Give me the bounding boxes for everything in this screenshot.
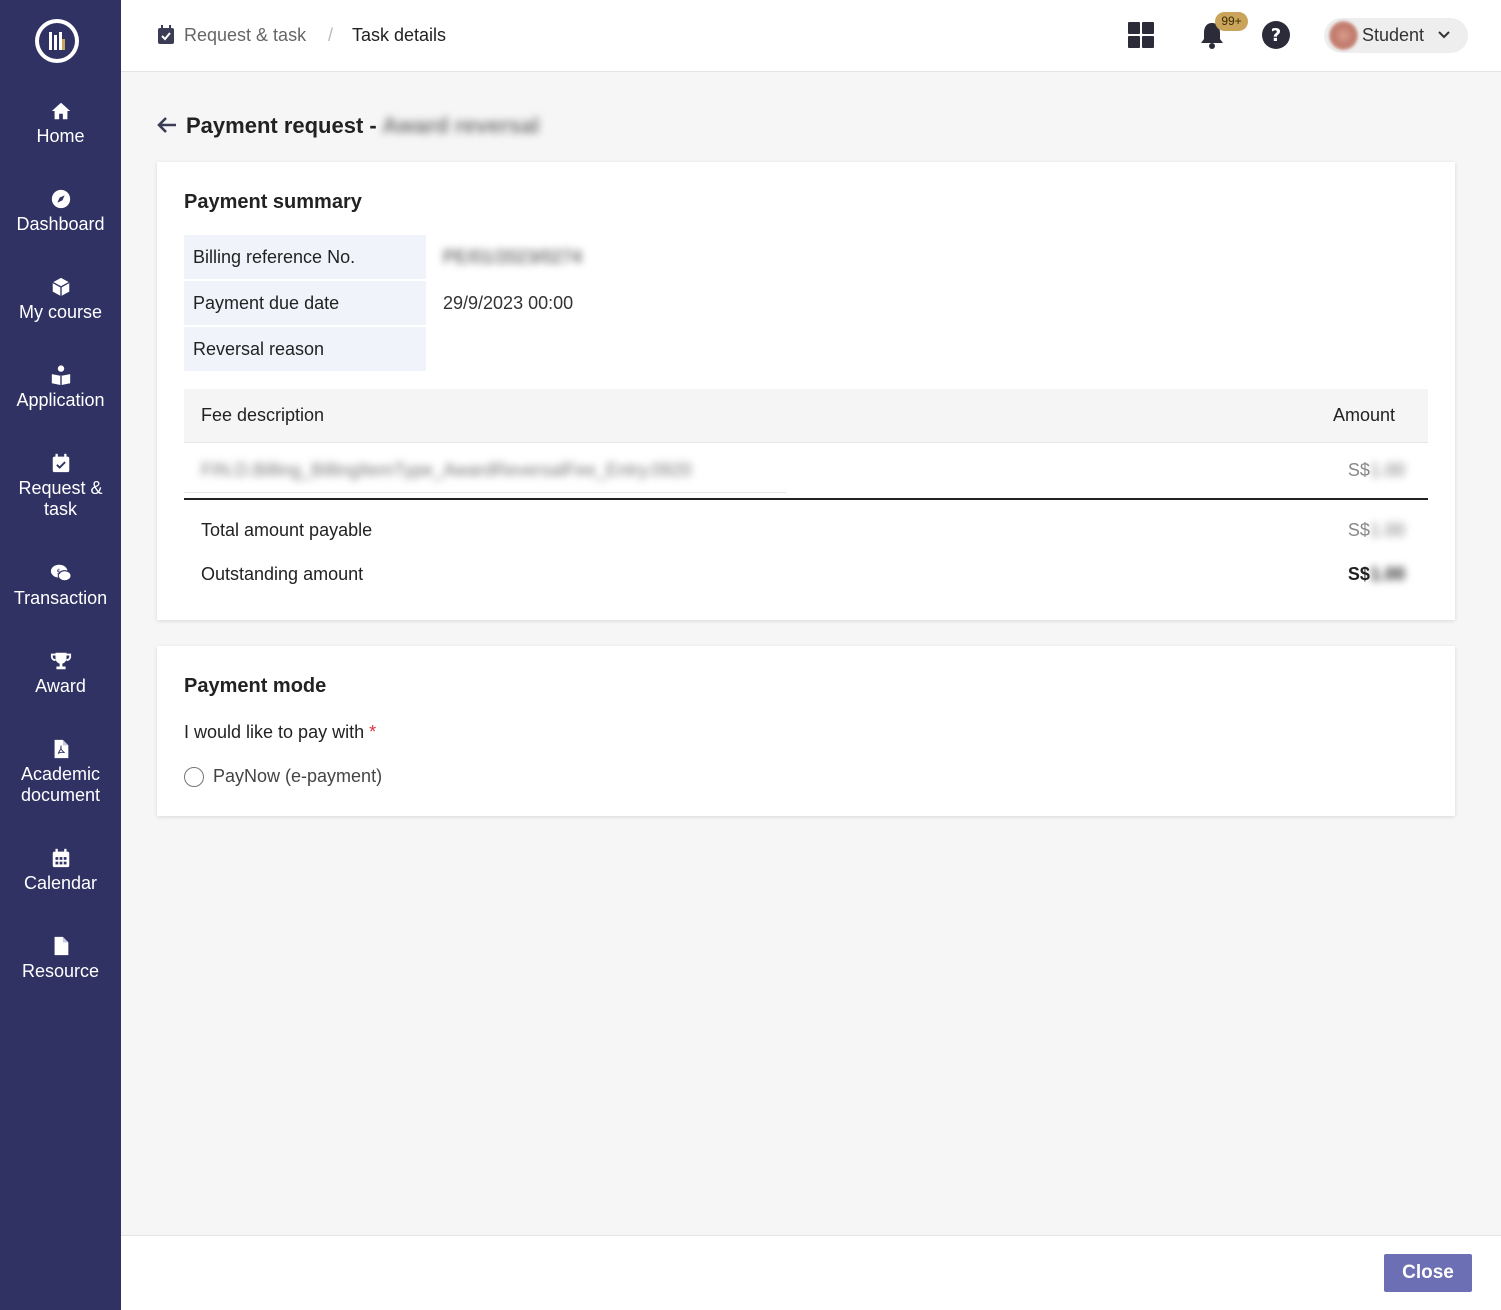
breadcrumb-current: Task details bbox=[352, 25, 447, 45]
reader-icon bbox=[51, 365, 70, 386]
compass-icon bbox=[51, 189, 70, 209]
payment-summary-card: Payment summary Billing reference No. PE… bbox=[157, 162, 1455, 620]
sidebar-item-label: Calendar bbox=[23, 873, 98, 893]
breadcrumb-separator: / bbox=[328, 25, 334, 45]
fee-row-description: FIN.D.Billing_BillingItemType_AwardRever… bbox=[201, 460, 692, 480]
outstanding-amount-value: S$1.00 bbox=[1347, 564, 1405, 584]
sidebar-item-calendar[interactable]: Calendar bbox=[0, 847, 121, 894]
sidebar-item-home[interactable]: Home bbox=[0, 100, 121, 147]
footer-bar: Close bbox=[121, 1235, 1501, 1310]
top-bar: Request & task / Task details 99+ ? Stud… bbox=[121, 0, 1501, 72]
billing-ref-label: Billing reference No. bbox=[184, 235, 426, 279]
fee-row-amount: S$1.00 bbox=[1347, 460, 1405, 480]
reversal-reason-label: Reversal reason bbox=[184, 327, 426, 371]
calendar-check-icon bbox=[52, 453, 69, 473]
sidebar-item-request-task[interactable]: Request & task bbox=[0, 452, 121, 520]
logo-mark-icon bbox=[49, 32, 65, 50]
svg-text:?: ? bbox=[1271, 25, 1281, 46]
user-menu[interactable]: Student bbox=[1324, 18, 1468, 53]
divider bbox=[184, 492, 786, 493]
payment-mode-prompt: I would like to pay with * bbox=[184, 722, 377, 742]
due-date-value: 29/9/2023 00:00 bbox=[443, 293, 574, 313]
chat-dollar-icon: $ bbox=[50, 564, 72, 582]
user-name: Student bbox=[1362, 25, 1425, 45]
sidebar-item-label: Transaction bbox=[13, 588, 108, 608]
sidebar-item-transaction[interactable]: $ Transaction bbox=[0, 562, 121, 609]
sidebar: Home Dashboard My course Application Req… bbox=[0, 0, 121, 1310]
sidebar-item-label: Award bbox=[35, 676, 86, 696]
page-title: Payment request - Award reversal bbox=[186, 112, 539, 140]
pdf-file-icon bbox=[54, 739, 68, 759]
paynow-option-label[interactable]: PayNow (e-payment) bbox=[213, 766, 382, 787]
outstanding-amount-label: Outstanding amount bbox=[201, 564, 364, 584]
fee-description-header: Fee description bbox=[201, 405, 325, 425]
due-date-label: Payment due date bbox=[184, 281, 426, 325]
page-title-text: Payment request - bbox=[186, 113, 383, 138]
total-amount-label: Total amount payable bbox=[201, 520, 373, 540]
avatar bbox=[1329, 21, 1358, 50]
sidebar-item-academic-document[interactable]: Academic document bbox=[0, 738, 121, 806]
table-total-rule bbox=[184, 498, 1428, 500]
sidebar-item-label: Application bbox=[16, 390, 105, 410]
logo[interactable] bbox=[35, 19, 79, 63]
payment-mode-card: Payment mode I would like to pay with * … bbox=[157, 646, 1455, 816]
breadcrumb-parent-link[interactable]: Request & task bbox=[184, 24, 306, 46]
sidebar-item-label: Resource bbox=[21, 961, 100, 981]
sidebar-item-label: Home bbox=[36, 126, 85, 146]
sidebar-item-label: Request & task bbox=[18, 478, 103, 519]
apps-grid-icon[interactable] bbox=[1126, 20, 1156, 50]
sidebar-item-label: My course bbox=[18, 302, 103, 322]
payment-mode-title: Payment mode bbox=[184, 675, 327, 697]
home-icon bbox=[51, 102, 70, 120]
sidebar-item-label: Dashboard bbox=[16, 214, 105, 234]
sidebar-item-award[interactable]: Award bbox=[0, 650, 121, 697]
total-amount-value: S$1.00 bbox=[1347, 520, 1405, 540]
file-icon bbox=[54, 936, 68, 956]
amount-header: Amount bbox=[1332, 405, 1395, 425]
close-button[interactable]: Close bbox=[1384, 1254, 1472, 1292]
calendar-check-icon bbox=[158, 25, 174, 44]
billing-ref-value: PE/01/2023/0274 bbox=[443, 247, 583, 267]
trophy-icon bbox=[50, 652, 71, 670]
fee-table-header: Fee description Amount bbox=[184, 389, 1428, 443]
svg-text:$: $ bbox=[56, 567, 61, 576]
sidebar-item-my-course[interactable]: My course bbox=[0, 276, 121, 323]
calendar-icon bbox=[52, 848, 69, 868]
notification-badge: 99+ bbox=[1215, 12, 1248, 31]
back-arrow-icon[interactable] bbox=[156, 114, 178, 136]
sidebar-item-label: Academic document bbox=[20, 764, 101, 805]
sidebar-item-resource[interactable]: Resource bbox=[0, 935, 121, 982]
chevron-down-icon bbox=[1438, 31, 1450, 39]
required-mark: * bbox=[369, 722, 377, 742]
sidebar-item-application[interactable]: Application bbox=[0, 364, 121, 411]
sidebar-item-dashboard[interactable]: Dashboard bbox=[0, 188, 121, 235]
box-icon bbox=[51, 277, 70, 297]
help-icon[interactable]: ? bbox=[1261, 20, 1291, 50]
paynow-radio[interactable] bbox=[184, 767, 204, 787]
page-title-redacted: Award reversal bbox=[382, 113, 540, 138]
payment-summary-title: Payment summary bbox=[184, 191, 362, 213]
